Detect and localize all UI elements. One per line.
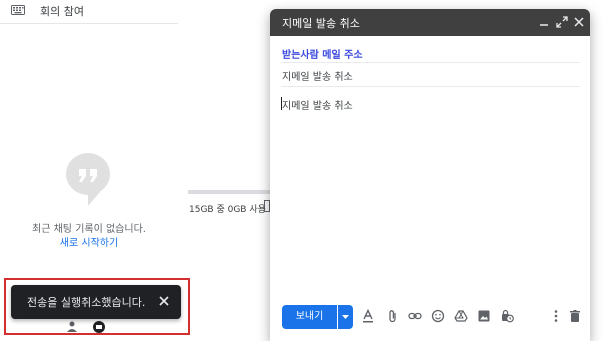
chevron-down-icon [342,315,349,319]
chat-bubble-icon [66,153,110,206]
divider [281,86,580,87]
attach-icon[interactable] [386,309,400,323]
divider [281,62,580,63]
recipients-field[interactable]: 받는사람 메일 주소 [282,46,363,61]
photo-icon[interactable] [477,309,491,323]
minimize-icon[interactable] [538,16,550,28]
storage-bar [188,190,270,194]
close-icon[interactable] [157,294,171,308]
format-text-icon[interactable] [361,309,375,323]
emoji-icon[interactable] [431,309,445,323]
compose-title: 지메일 발송 취소 [282,17,360,30]
compose-window: 지메일 발송 취소 받는사람 메일 주소 지메일 발송 취소 지메일 발송 취소… [270,9,590,341]
send-options-button[interactable] [338,305,353,329]
subject-field[interactable]: 지메일 발송 취소 [282,68,353,83]
join-meeting-label: 회의 참여 [40,5,84,18]
close-icon[interactable] [573,16,585,28]
toast-message: 전송을 실행취소했습니다. [27,296,146,309]
message-body[interactable]: 지메일 발송 취소 [282,97,353,112]
keyboard-icon [11,5,25,15]
compose-header[interactable]: 지메일 발송 취소 [270,9,590,36]
start-new-chat-link[interactable]: 새로 시작하기 [0,234,178,249]
send-button[interactable]: 보내기 [282,305,337,329]
storage-usage: 15GB 중 0GB 사용 [189,205,266,215]
more-options-icon[interactable] [549,309,563,323]
join-meeting-row[interactable]: 회의 참여 [0,0,178,24]
undo-toast: 전송을 실행취소했습니다. [11,285,181,319]
link-icon[interactable] [408,309,422,323]
drive-icon[interactable] [454,309,468,323]
empty-chat-message: 최근 채팅 기록이 없습니다. [32,224,146,235]
trash-icon[interactable] [568,309,582,323]
confidential-icon[interactable] [500,309,514,323]
fullscreen-icon[interactable] [556,16,568,28]
